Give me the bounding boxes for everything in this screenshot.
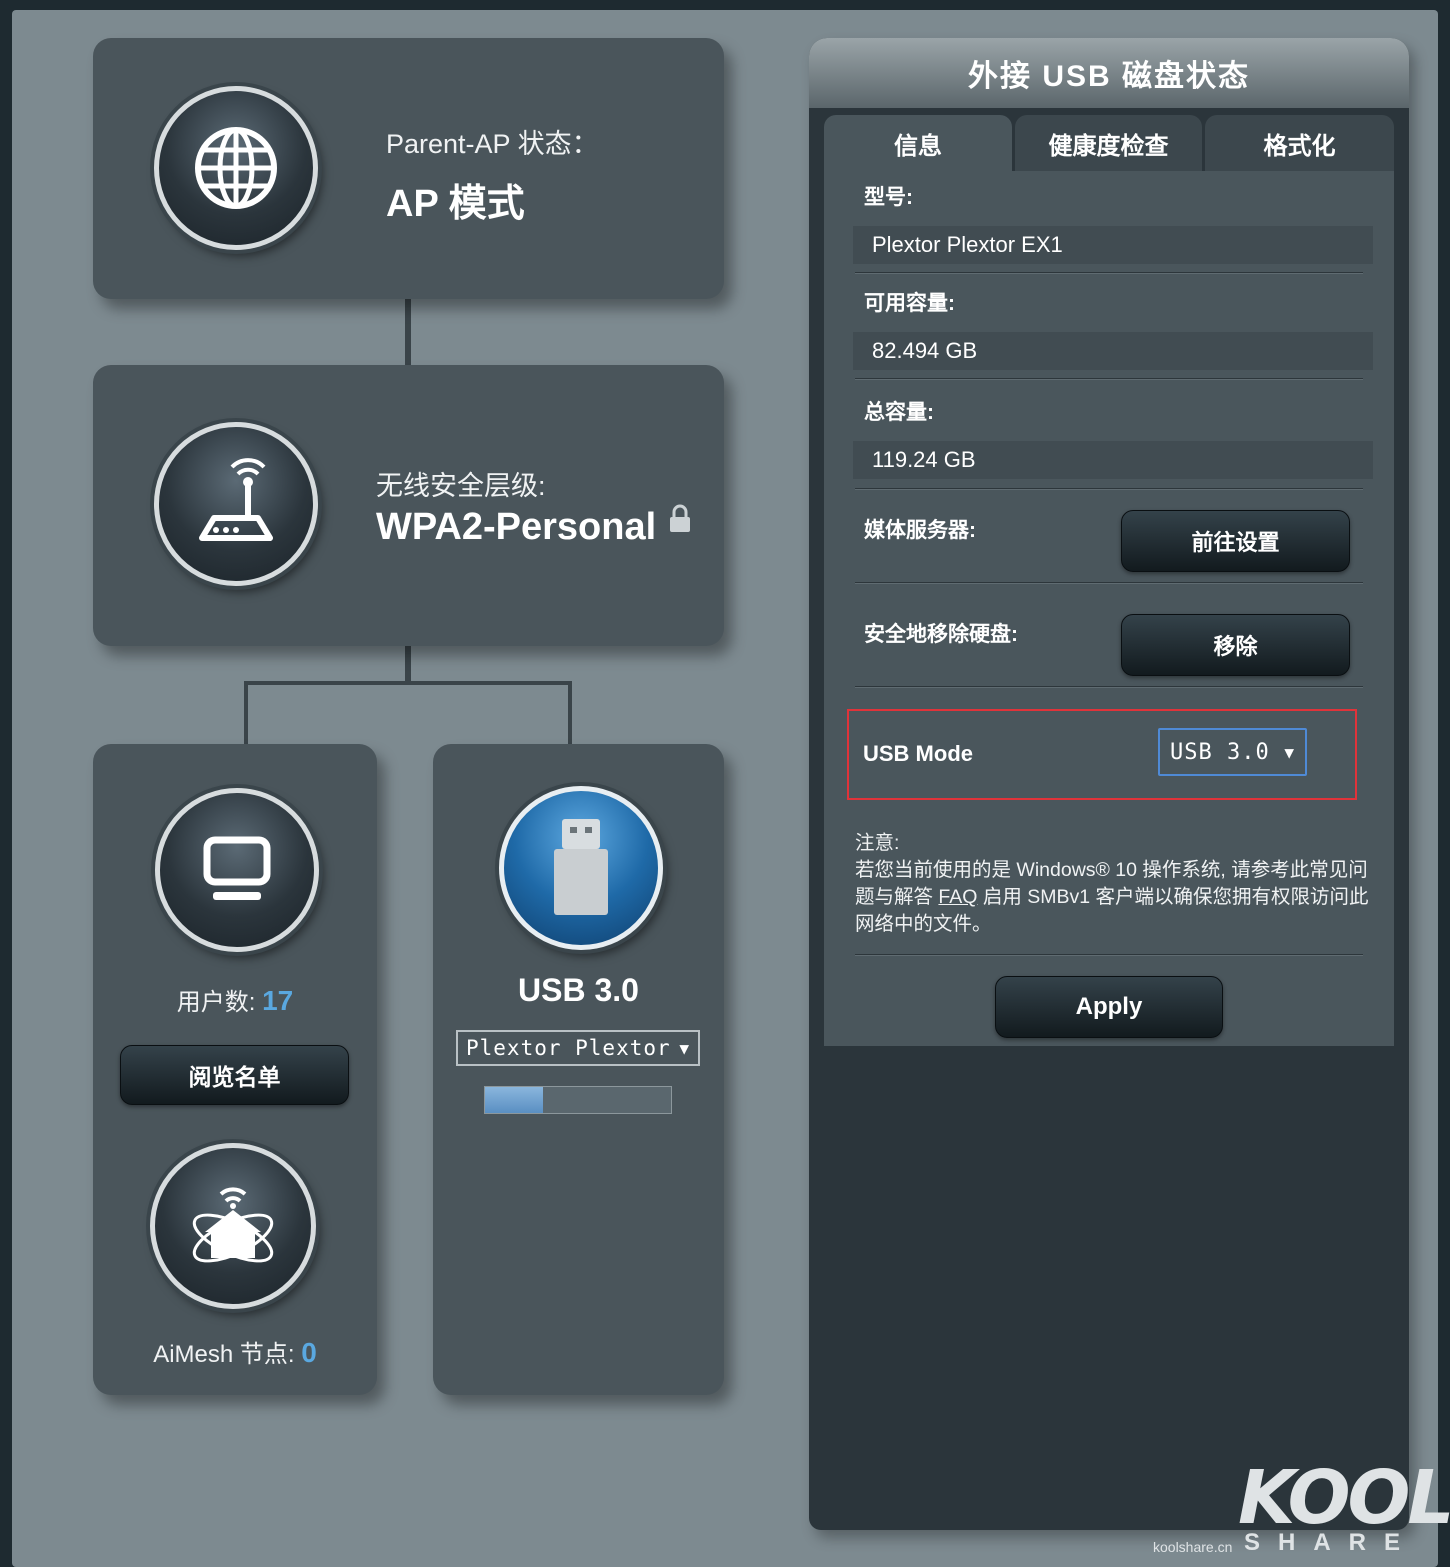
note-body: 若您当前使用的是 Windows® 10 操作系统, 请参考此常见问题与解答 F… [855, 857, 1370, 938]
eject-disk-button[interactable]: 移除 [1121, 614, 1350, 676]
aimesh-nodes-label: AiMesh 节点: [153, 1341, 295, 1368]
router-icon[interactable] [154, 422, 318, 586]
parent-ap-status-value: AP 模式 [386, 183, 525, 225]
globe-icon[interactable] [154, 86, 318, 250]
faq-link[interactable]: FAQ [938, 886, 977, 908]
connector-branch [244, 681, 572, 745]
divider [855, 272, 1363, 274]
security-level-label: 无线安全层级: [376, 471, 546, 501]
total-capacity-label: 总容量: [864, 401, 934, 424]
usb-mode-label: USB Mode [863, 741, 973, 766]
logo-site: koolshare.cn [1153, 1539, 1233, 1555]
aimesh-home-icon[interactable] [150, 1143, 316, 1309]
aimesh-nodes: AiMesh 节点: 0 [93, 1334, 377, 1369]
dropdown-arrow-icon: ▼ [679, 1038, 690, 1058]
available-capacity-value: 82.494 GB [853, 332, 1373, 370]
divider [855, 488, 1363, 490]
clients-count: 用户数: 17 [93, 982, 377, 1017]
usb-panel-title: 外接 USB 磁盘状态 [809, 38, 1409, 108]
divider [855, 582, 1363, 584]
note-title: 注意: [855, 832, 900, 854]
media-server-label: 媒体服务器: [864, 519, 976, 542]
tab-info[interactable]: 信息 [824, 115, 1012, 171]
logo-sub: SHARE [1244, 1529, 1419, 1556]
usb-port-title: USB 3.0 [518, 972, 639, 1008]
usb-mode-select[interactable]: USB 3.0 ▼ [1158, 728, 1307, 776]
tab-health-check[interactable]: 健康度检查 [1015, 115, 1202, 171]
clients-count-label: 用户数: [176, 989, 256, 1016]
koolshare-logo: KOOL SHARE koolshare.cn [1150, 1455, 1450, 1565]
usb-drive-icon[interactable] [499, 786, 663, 950]
connector-line [405, 298, 411, 366]
divider [855, 378, 1363, 380]
divider [855, 686, 1363, 688]
model-label: 型号: [864, 186, 913, 209]
model-value: Plextor Plextor EX1 [853, 226, 1373, 264]
windows-smb-note: 注意: 若您当前使用的是 Windows® 10 操作系统, 请参考此常见问题与… [855, 830, 1370, 938]
lock-icon [668, 504, 692, 539]
parent-ap-status-label: Parent-AP 状态： [386, 129, 599, 159]
usb-mode-select-value: USB 3.0 [1170, 739, 1270, 765]
dropdown-arrow-icon: ▼ [1284, 742, 1295, 762]
usb-device-select[interactable]: Plextor Plextor ▼ [456, 1030, 700, 1066]
divider [855, 954, 1363, 956]
aimesh-nodes-value: 0 [301, 1337, 317, 1368]
view-client-list-button[interactable]: 阅览名单 [120, 1045, 349, 1105]
media-server-settings-button[interactable]: 前往设置 [1121, 510, 1350, 572]
available-capacity-label: 可用容量: [864, 292, 955, 315]
clients-count-value: 17 [262, 985, 294, 1016]
total-capacity-value: 119.24 GB [853, 441, 1373, 479]
connector-line [405, 645, 411, 683]
safely-remove-label: 安全地移除硬盘: [864, 623, 1018, 646]
security-level-value: WPA2-Personal [376, 506, 657, 548]
usb-usage-fill [485, 1087, 543, 1113]
computer-icon[interactable] [155, 788, 319, 952]
tab-format[interactable]: 格式化 [1205, 115, 1394, 171]
apply-button[interactable]: Apply [995, 976, 1223, 1038]
usb-device-select-value: Plextor Plextor [466, 1036, 671, 1060]
usb-usage-bar [484, 1086, 672, 1114]
